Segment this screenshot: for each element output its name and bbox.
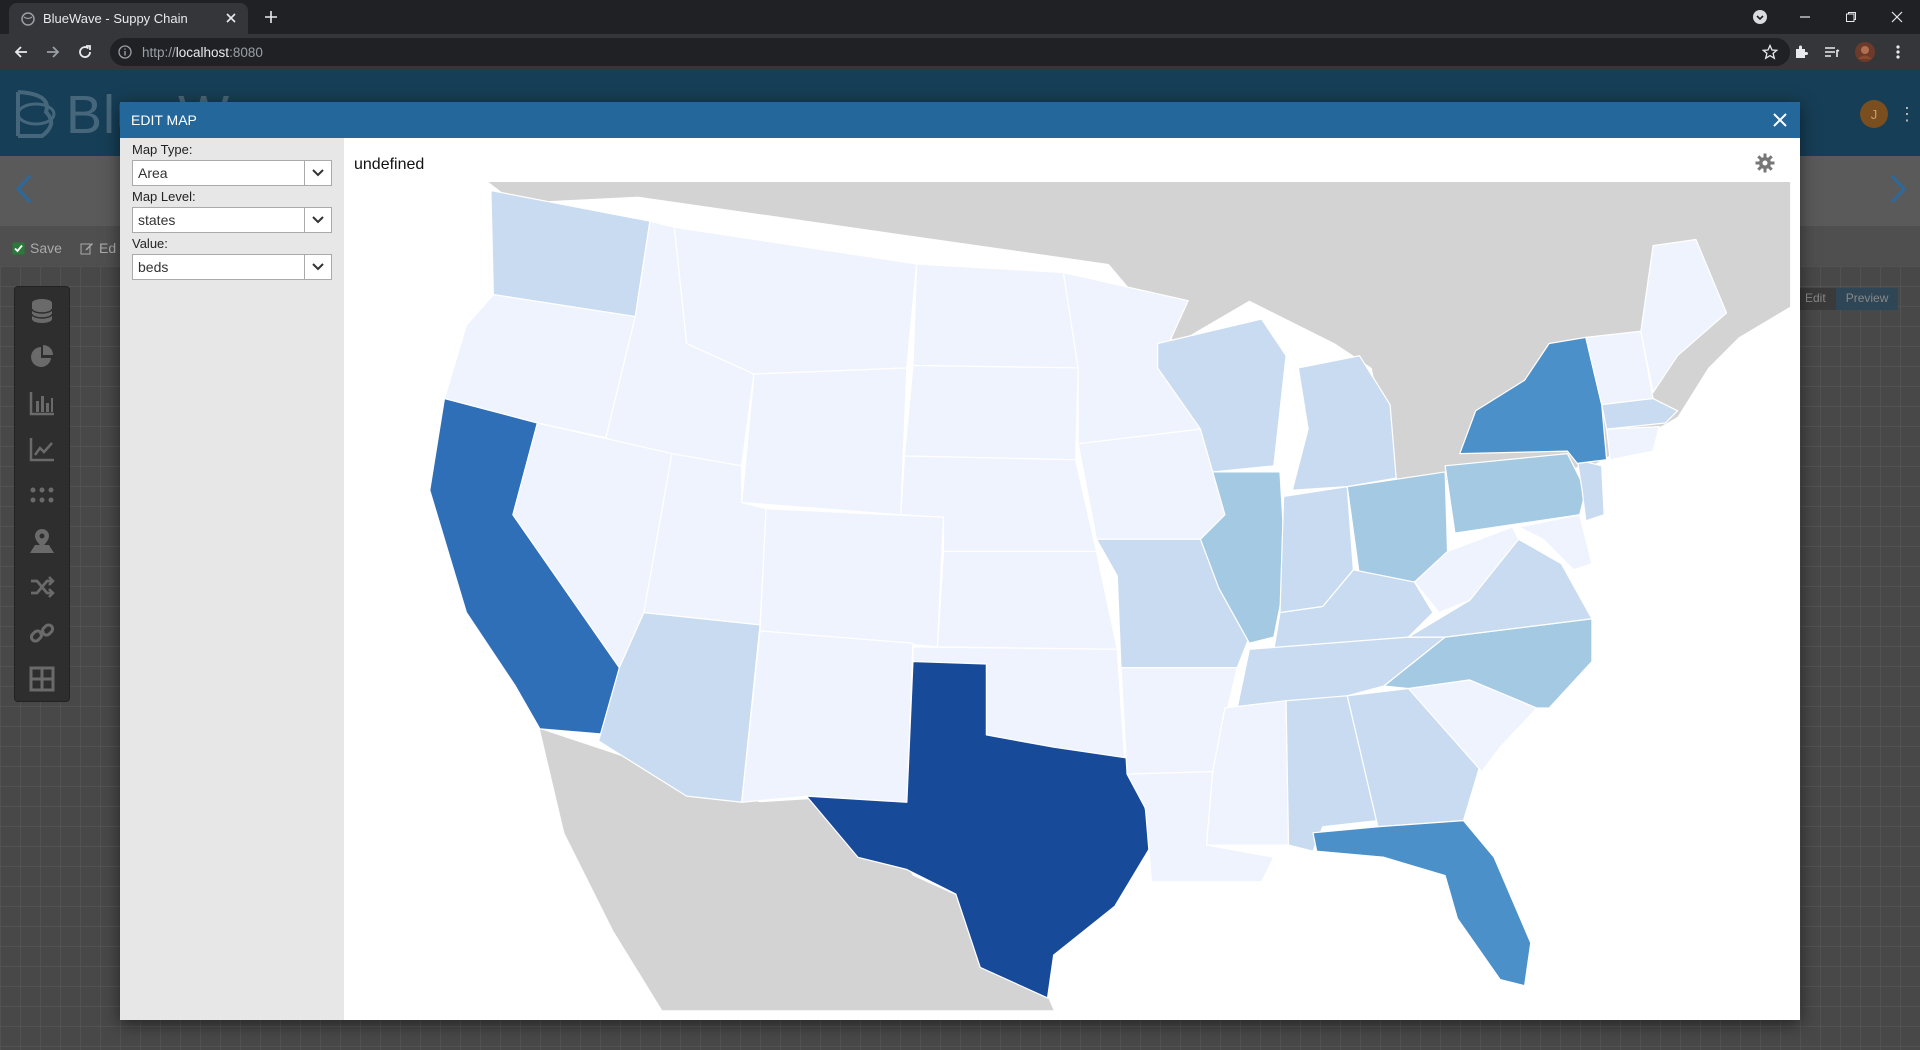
map-title: undefined: [354, 156, 425, 173]
map-type-select[interactable]: Area: [132, 160, 332, 186]
info-icon[interactable]: [118, 45, 132, 59]
reload-icon[interactable]: [73, 40, 97, 64]
address-bar[interactable]: http://localhost:8080: [110, 38, 1790, 66]
extensions-icon[interactable]: [1789, 40, 1813, 64]
bar-chart-icon[interactable]: [26, 387, 58, 419]
back-icon[interactable]: [9, 40, 33, 64]
state-kansas[interactable]: [936, 550, 1118, 650]
close-icon[interactable]: [1770, 110, 1790, 130]
map-level-label: Map Level:: [132, 189, 196, 204]
state-colorado[interactable]: [759, 508, 945, 648]
media-queue-icon[interactable]: [1820, 40, 1844, 64]
map-preview: undefined: [344, 138, 1800, 1020]
state-wyoming[interactable]: [741, 367, 908, 516]
edit-icon: [80, 243, 93, 255]
map-level-select[interactable]: states: [132, 207, 332, 233]
edit-preview-toggle: Edit Preview: [1795, 288, 1899, 310]
close-tab-icon[interactable]: [222, 9, 240, 27]
tab-search-icon[interactable]: [1745, 4, 1775, 30]
dialog-title: EDIT MAP: [131, 112, 197, 128]
map-marker-icon[interactable]: [26, 525, 58, 557]
value-select[interactable]: beds: [132, 254, 332, 280]
dialog-header: EDIT MAP: [120, 102, 1800, 138]
bookmark-star-icon[interactable]: [1762, 44, 1778, 60]
component-toolbar: [14, 286, 70, 702]
dot-grid-icon[interactable]: [26, 479, 58, 511]
gear-icon[interactable]: [1754, 152, 1776, 174]
state-montana[interactable]: [673, 226, 918, 375]
browser-menu-icon[interactable]: [1886, 40, 1910, 64]
map-level-value: states: [138, 212, 176, 228]
save-label: Save: [30, 240, 62, 256]
edit-toggle-button[interactable]: Edit: [1795, 288, 1836, 310]
value-label: Value:: [132, 236, 168, 251]
edit-button[interactable]: Ed: [80, 240, 116, 256]
state-florida[interactable]: [1312, 819, 1532, 987]
state-south-dakota[interactable]: [903, 364, 1079, 461]
state-north-dakota[interactable]: [912, 263, 1079, 369]
state-new-mexico[interactable]: [741, 630, 914, 803]
tab-title: BlueWave - Suppy Chain: [43, 11, 188, 26]
browser-tab[interactable]: BlueWave - Suppy Chain: [9, 3, 248, 34]
globe-icon: [21, 12, 35, 26]
value-value: beds: [138, 259, 169, 275]
user-avatar[interactable]: J: [1860, 100, 1888, 128]
forward-icon[interactable]: [41, 40, 65, 64]
shuffle-icon[interactable]: [26, 571, 58, 603]
restore-icon[interactable]: [1836, 4, 1866, 30]
pie-chart-icon[interactable]: [26, 341, 58, 373]
window-close-icon[interactable]: [1882, 4, 1912, 30]
app-menu-icon[interactable]: ⋮: [1898, 104, 1916, 125]
map-type-label: Map Type:: [132, 142, 193, 157]
link-icon[interactable]: [26, 617, 58, 649]
state-iowa[interactable]: [1077, 428, 1226, 540]
table-grid-icon[interactable]: [26, 663, 58, 695]
minimize-icon[interactable]: [1790, 4, 1820, 30]
save-button[interactable]: Save: [12, 240, 62, 256]
database-icon[interactable]: [26, 295, 58, 327]
browser-tabstrip: BlueWave - Suppy Chain: [0, 0, 1920, 34]
edit-map-dialog: EDIT MAP Map Type: Area Map Level: state…: [120, 102, 1800, 1020]
state-connecticut-ri[interactable]: [1605, 426, 1660, 461]
choropleth-map[interactable]: [344, 182, 1800, 1020]
previous-arrow-icon[interactable]: [10, 172, 38, 206]
checkbox-check-icon: [12, 242, 25, 254]
url-text: http://localhost:8080: [142, 45, 263, 60]
preview-toggle-button[interactable]: Preview: [1835, 288, 1899, 310]
map-options-panel: Map Type: Area Map Level: states Value: …: [120, 138, 344, 1020]
chevron-down-icon[interactable]: [304, 255, 331, 279]
bluewave-logo-icon: [16, 90, 56, 138]
browser-toolbar: http://localhost:8080: [0, 34, 1920, 70]
line-chart-icon[interactable]: [26, 433, 58, 465]
profile-avatar-icon[interactable]: [1853, 40, 1877, 64]
chevron-down-icon[interactable]: [304, 161, 331, 185]
next-arrow-icon[interactable]: [1884, 172, 1912, 206]
new-tab-icon[interactable]: [262, 8, 280, 26]
map-type-value: Area: [138, 165, 168, 181]
edit-label: Ed: [99, 240, 117, 256]
chevron-down-icon[interactable]: [304, 208, 331, 232]
